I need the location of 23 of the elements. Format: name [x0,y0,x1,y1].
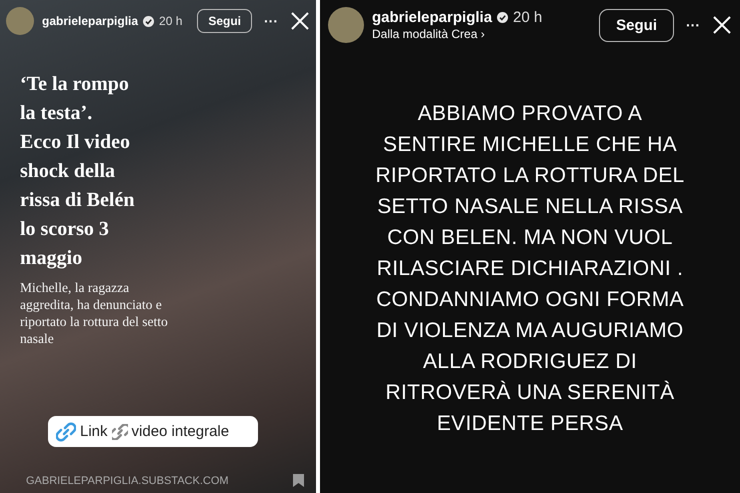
avatar[interactable] [6,7,34,35]
close-icon[interactable] [290,11,310,31]
more-button[interactable]: ··· [264,13,278,29]
summary-text: Michelle, la ragazza aggredita, ha denunciato e riportato la rottura del setto nasale [20,279,169,347]
more-button[interactable]: ··· [686,17,700,33]
post-time: 20 h [159,14,182,28]
source-domain: GABRIELEPARPIGLIA.SUBSTACK.COM [26,474,229,486]
follow-button[interactable]: Segui [599,8,674,42]
follow-button[interactable]: Segui [197,9,252,33]
link-label: Link [80,423,108,440]
link-sticker[interactable]: Link video integrale [48,416,258,447]
bookmark-icon [293,474,304,487]
link-icon [112,424,128,440]
link-icon [56,422,76,442]
headline: ‘Te la rompo la testa’. Ecco Il video shock della rissa di Belén lo scorso 3 maggio [20,72,136,271]
story-text: ABBIAMO PROVATO A SENTIRE MICHELLE CHE HA RIPORTATO LA ROTTURA DEL SETTO NASALE NELLA RISSA CON BELEN. MA NON VUOL RILASCIARE DICHIARAZIONI . CONDANNIAMO OGNI FORMA DI VIOLENZA MA AUGURIAMO ALLA RODRIGUEZ DI RITROVERÀ UNA SERENITÀ EVIDENTE PERSA [374,101,686,437]
username[interactable]: gabrieleparpiglia [372,9,492,26]
link-label: video integrale [132,423,230,440]
story-source-link[interactable]: Dalla modalità Crea › [372,27,592,41]
username[interactable]: gabrieleparpiglia [42,14,138,28]
post-time: 20 h [513,9,542,26]
close-icon[interactable] [712,15,732,35]
avatar[interactable] [328,7,364,43]
